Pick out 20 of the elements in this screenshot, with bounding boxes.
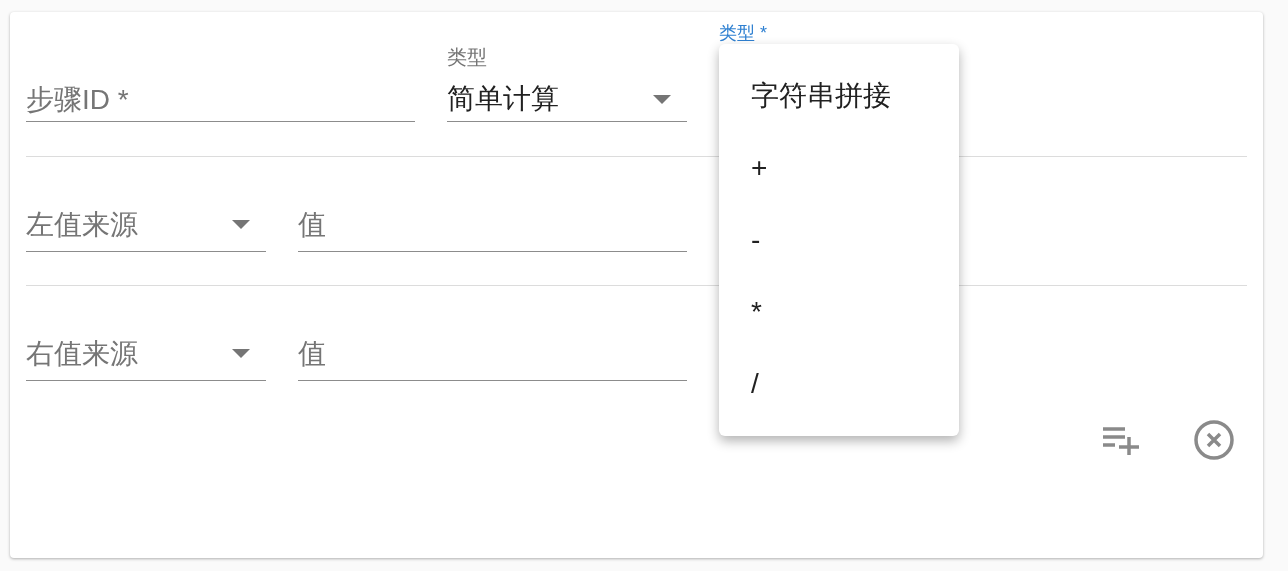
- dropdown-caret-icon: [232, 349, 250, 358]
- source-placeholder: 左值来源: [26, 207, 138, 242]
- operation-label: 类型 *: [719, 24, 767, 42]
- dropdown-caret-icon: [232, 220, 250, 229]
- value-field[interactable]: 值: [298, 198, 687, 252]
- menu-item[interactable]: -: [719, 204, 959, 276]
- type-select[interactable]: 类型 简单计算: [447, 47, 687, 122]
- value-field[interactable]: 值: [298, 327, 687, 381]
- menu-item[interactable]: *: [719, 276, 959, 348]
- step-id-field[interactable]: 步骤ID *: [26, 78, 415, 122]
- menu-item[interactable]: /: [719, 348, 959, 420]
- value-source-select[interactable]: 右值来源: [26, 327, 266, 381]
- menu-item[interactable]: +: [719, 132, 959, 204]
- type-label: 类型: [447, 47, 488, 67]
- source-placeholder: 右值来源: [26, 336, 138, 371]
- type-value: 简单计算: [447, 82, 559, 116]
- menu-item[interactable]: 字符串拼接: [719, 60, 959, 132]
- close-icon[interactable]: [1193, 419, 1235, 461]
- dropdown-caret-icon: [653, 94, 671, 104]
- value-source-select[interactable]: 左值来源: [26, 198, 266, 252]
